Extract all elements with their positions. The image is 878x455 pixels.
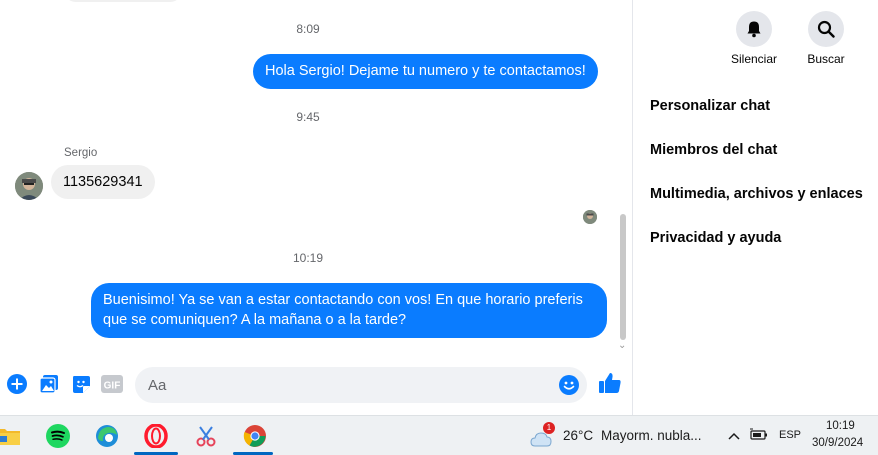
weather-notification-badge: 1 [543,422,555,434]
search-label: Buscar [807,52,845,66]
edge-browser-icon[interactable] [93,422,121,450]
search-icon [817,20,835,38]
battery-power-icon[interactable] [750,428,768,447]
weather-description[interactable]: Mayorm. nubla... [601,428,702,443]
spotify-icon[interactable] [44,422,72,450]
message-input[interactable] [135,367,535,403]
search-button[interactable] [808,11,844,47]
file-explorer-icon[interactable] [0,422,22,450]
message-input-box[interactable] [135,367,587,403]
sender-name: Sergio [64,147,98,159]
scroll-down-arrow-icon[interactable]: ⌄ [618,340,626,351]
messenger-window: 8:09 Hola Sergio! Dejame tu numero y te … [0,0,878,415]
chat-scrollbar[interactable] [620,214,626,340]
attach-image-icon[interactable] [38,373,60,395]
timestamp: 8:09 [296,22,320,36]
seen-receipt-avatar [583,210,597,224]
chrome-browser-icon[interactable] [241,422,269,450]
bell-icon [747,21,761,38]
svg-text:GIF: GIF [104,381,121,392]
outgoing-message[interactable]: Hola Sergio! Dejame tu numero y te conta… [253,54,598,89]
mute-button[interactable] [736,11,772,47]
like-thumb-icon[interactable] [598,371,622,395]
temperature[interactable]: 26°C [563,428,593,443]
gif-icon[interactable]: GIF [101,373,123,395]
menu-chat-members[interactable]: Miembros del chat [650,142,777,158]
menu-privacy-help[interactable]: Privacidad y ayuda [650,230,781,246]
timestamp: 9:45 [296,110,320,124]
sticker-icon[interactable] [70,373,92,395]
more-actions-plus-icon[interactable] [6,373,28,395]
menu-media-files-links[interactable]: Multimedia, archivos y enlaces [650,186,863,202]
menu-customize-chat[interactable]: Personalizar chat [650,98,770,114]
chat-panel: 8:09 Hola Sergio! Dejame tu numero y te … [0,0,632,415]
mute-label: Silenciar [730,52,778,66]
chevron-up-icon[interactable] [728,428,740,444]
clock-time[interactable]: 10:19 [826,420,855,432]
clock-date[interactable]: 30/9/2024 [812,437,863,449]
timestamp: 10:19 [292,251,324,265]
keyboard-language[interactable]: ESP [779,429,801,441]
sergio-avatar[interactable] [15,172,43,200]
incoming-message[interactable]: 1135629341 [51,165,155,199]
emoji-icon[interactable] [559,375,579,395]
outgoing-message[interactable]: Buenisimo! Ya se van a estar contactando… [91,283,607,338]
taskbar: 1 26°C Mayorm. nubla... ESP 10:19 30/9/2… [0,415,878,455]
opera-browser-icon[interactable] [142,422,170,450]
chat-info-sidebar: Silenciar Buscar Personalizar chat Miemb… [633,0,878,415]
previous-message-bubble [64,0,182,2]
snipping-tool-icon[interactable] [192,422,220,450]
